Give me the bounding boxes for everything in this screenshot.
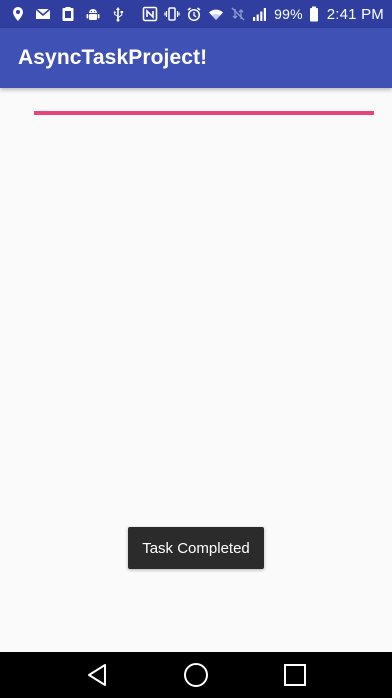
alarm-icon xyxy=(186,6,202,22)
navigation-bar xyxy=(0,652,392,698)
location-icon xyxy=(10,6,26,22)
home-button[interactable] xyxy=(176,655,216,695)
recents-button[interactable] xyxy=(275,655,315,695)
progress-bar-fill xyxy=(34,111,374,115)
signal-icon xyxy=(252,6,268,22)
usb-icon xyxy=(110,6,126,22)
no-data-icon xyxy=(230,6,246,22)
progress-bar xyxy=(34,111,374,115)
status-bar: 99% 2:41 PM xyxy=(0,0,392,28)
app-title: AsyncTaskProject! xyxy=(18,46,208,69)
clipboard-icon xyxy=(60,6,76,22)
status-bar-system: 99% 2:41 PM xyxy=(142,6,384,23)
recents-icon xyxy=(283,663,307,687)
app-bar: AsyncTaskProject! xyxy=(0,28,392,88)
back-icon xyxy=(86,663,108,687)
android-debug-icon xyxy=(85,6,101,22)
battery-icon xyxy=(309,6,319,22)
toast: Task Completed xyxy=(128,527,264,569)
gmail-icon xyxy=(35,6,51,22)
toast-message: Task Completed xyxy=(142,539,250,557)
wifi-icon xyxy=(208,6,224,22)
battery-percent: 99% xyxy=(274,6,303,22)
status-bar-notifications xyxy=(10,6,126,22)
back-button[interactable] xyxy=(77,655,117,695)
vibrate-icon xyxy=(164,6,180,22)
nfc-icon xyxy=(142,6,158,22)
clock: 2:41 PM xyxy=(326,5,384,23)
home-icon xyxy=(183,662,209,688)
